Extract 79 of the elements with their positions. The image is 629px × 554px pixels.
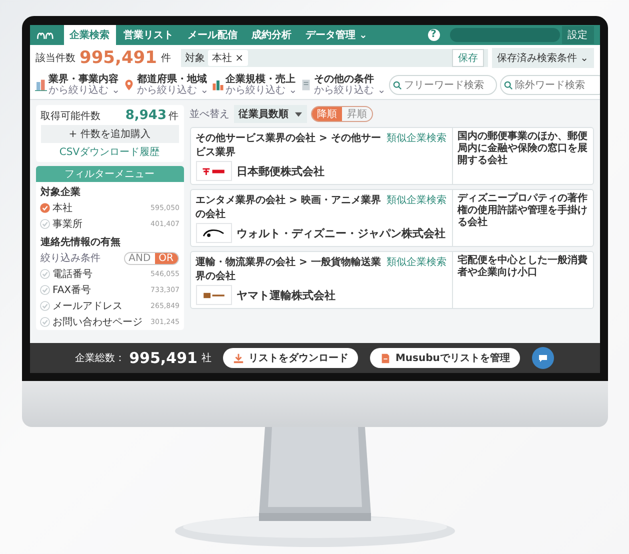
company-name[interactable]: 日本郵便株式会社 — [236, 164, 324, 178]
map-pin-icon — [123, 77, 136, 93]
count-unit: 件 — [168, 110, 178, 123]
settings-button[interactable]: 設定 — [562, 26, 594, 44]
nav-tab[interactable]: データ管理 ⌄ — [300, 25, 374, 45]
nav-tab[interactable]: 営業リスト — [118, 25, 180, 45]
buildings-icon — [34, 77, 46, 93]
search-icon — [392, 80, 402, 90]
toggle-option[interactable]: AND — [124, 252, 155, 264]
document-icon — [300, 77, 312, 93]
document-icon — [380, 352, 392, 364]
sort-label: 並べ替え — [190, 108, 230, 121]
logo-icon — [36, 30, 56, 40]
search-icon — [504, 80, 513, 90]
filter-section-title: 連絡先情報の有無 — [40, 236, 122, 250]
checkbox[interactable] — [40, 269, 50, 279]
count-unit: 件 — [160, 52, 171, 65]
result-count-label: 該当件数 — [36, 52, 76, 65]
company-logo — [196, 223, 232, 243]
checkbox[interactable] — [40, 285, 50, 295]
filter-label: 事業所 — [52, 218, 84, 231]
checkbox[interactable] — [40, 317, 50, 327]
save-button[interactable]: 保存 — [452, 49, 484, 67]
similar-search-link[interactable]: 類似企業検索 — [386, 255, 446, 269]
filter-label: お問い合わせページ — [52, 316, 144, 329]
condition-chip[interactable]: 本社 × — [208, 50, 248, 66]
company-summary: ディズニープロパティの著作権の使用許諾や管理を手掛ける会社 — [452, 190, 592, 246]
company-summary: 国内の郵便事業のほか、郵便局内に金融や保険の窓口を展開する会社 — [452, 128, 592, 184]
toggle-label: 絞り込み条件 — [40, 252, 100, 265]
download-button[interactable]: リストをダウンロード — [223, 348, 358, 368]
manage-list-button[interactable]: Musubuでリストを管理 — [370, 348, 520, 368]
checkbox[interactable] — [40, 203, 50, 213]
search-field[interactable]: 除外ワード検索 — [500, 75, 600, 95]
company-name[interactable]: ヤマト運輸株式会社 — [236, 288, 336, 302]
sort-dropdown[interactable]: 従業員数順 — [234, 105, 307, 123]
count-unit: 社 — [201, 352, 212, 365]
chip-key: 対象 — [184, 51, 205, 65]
order-option[interactable]: 降順 — [312, 107, 342, 121]
similar-search-link[interactable]: 類似企業検索 — [386, 131, 446, 145]
category-button[interactable]: 都道府県・地域 から絞り込む ⌄ — [123, 74, 209, 96]
category-button[interactable]: その他の条件 から絞り込む ⌄ — [300, 74, 386, 96]
caret-icon — [294, 112, 302, 117]
industry-breadcrumb: エンタメ業界の会社 > 映画・アニメ業界の会社 — [196, 194, 382, 221]
nav-tab[interactable]: 企業検索 — [64, 25, 116, 45]
result-count: 995,491 — [80, 48, 157, 68]
filter-label: メールアドレス — [52, 300, 124, 313]
nav-tab[interactable]: メール配信 — [182, 25, 244, 45]
filter-label: 本社 — [52, 202, 74, 215]
total-label: 企業総数： — [75, 352, 126, 365]
category-button[interactable]: 業界・事業内容 から絞り込む ⌄ — [34, 74, 120, 96]
company-summary: 宅配便を中心とした一般消費者や企業向け小口 — [452, 252, 592, 308]
order-option[interactable]: 昇順 — [342, 107, 372, 121]
search-field[interactable]: フリーワード検索 — [388, 75, 497, 95]
chat-button[interactable] — [532, 347, 554, 369]
help-button[interactable]: ? — [428, 29, 440, 41]
filter-title: フィルターメニュー — [36, 166, 184, 182]
available-count: 8,943 — [125, 108, 166, 123]
company-name[interactable]: ウォルト・ディズニー・ジャパン株式会社 — [236, 226, 446, 240]
account-field[interactable] — [450, 28, 560, 42]
nav-tab[interactable]: 成約分析 — [246, 25, 298, 45]
similar-search-link[interactable]: 類似企業検索 — [386, 193, 446, 207]
download-icon — [233, 352, 244, 364]
buy-more-button[interactable]: + 件数を追加購入 — [40, 125, 178, 143]
toggle-option[interactable]: OR — [154, 252, 178, 264]
total-count: 995,491 — [129, 349, 198, 367]
checkbox[interactable] — [40, 219, 50, 229]
available-count-label: 取得可能件数 — [40, 110, 100, 123]
checkbox[interactable] — [40, 301, 50, 311]
company-logo — [196, 161, 232, 181]
industry-breadcrumb: 運輸・物流業界の会社 > 一般貨物輸送業界の会社 — [196, 255, 382, 283]
filter-label: 電話番号 — [52, 268, 94, 281]
company-logo — [196, 285, 232, 305]
chat-icon — [536, 352, 549, 364]
filter-label: FAX番号 — [52, 284, 92, 297]
industry-breadcrumb: その他サービス業界の会社 > その他サービス業界 — [196, 132, 382, 159]
filter-section-title: 対象企業 — [39, 185, 82, 200]
category-button[interactable]: 企業規模・売上 から絞り込む ⌄ — [212, 74, 298, 96]
saved-searches-button[interactable]: 保存済み検索条件 ⌄ — [492, 48, 594, 68]
csv-history-link[interactable]: CSVダウンロード履歴 — [40, 145, 178, 159]
